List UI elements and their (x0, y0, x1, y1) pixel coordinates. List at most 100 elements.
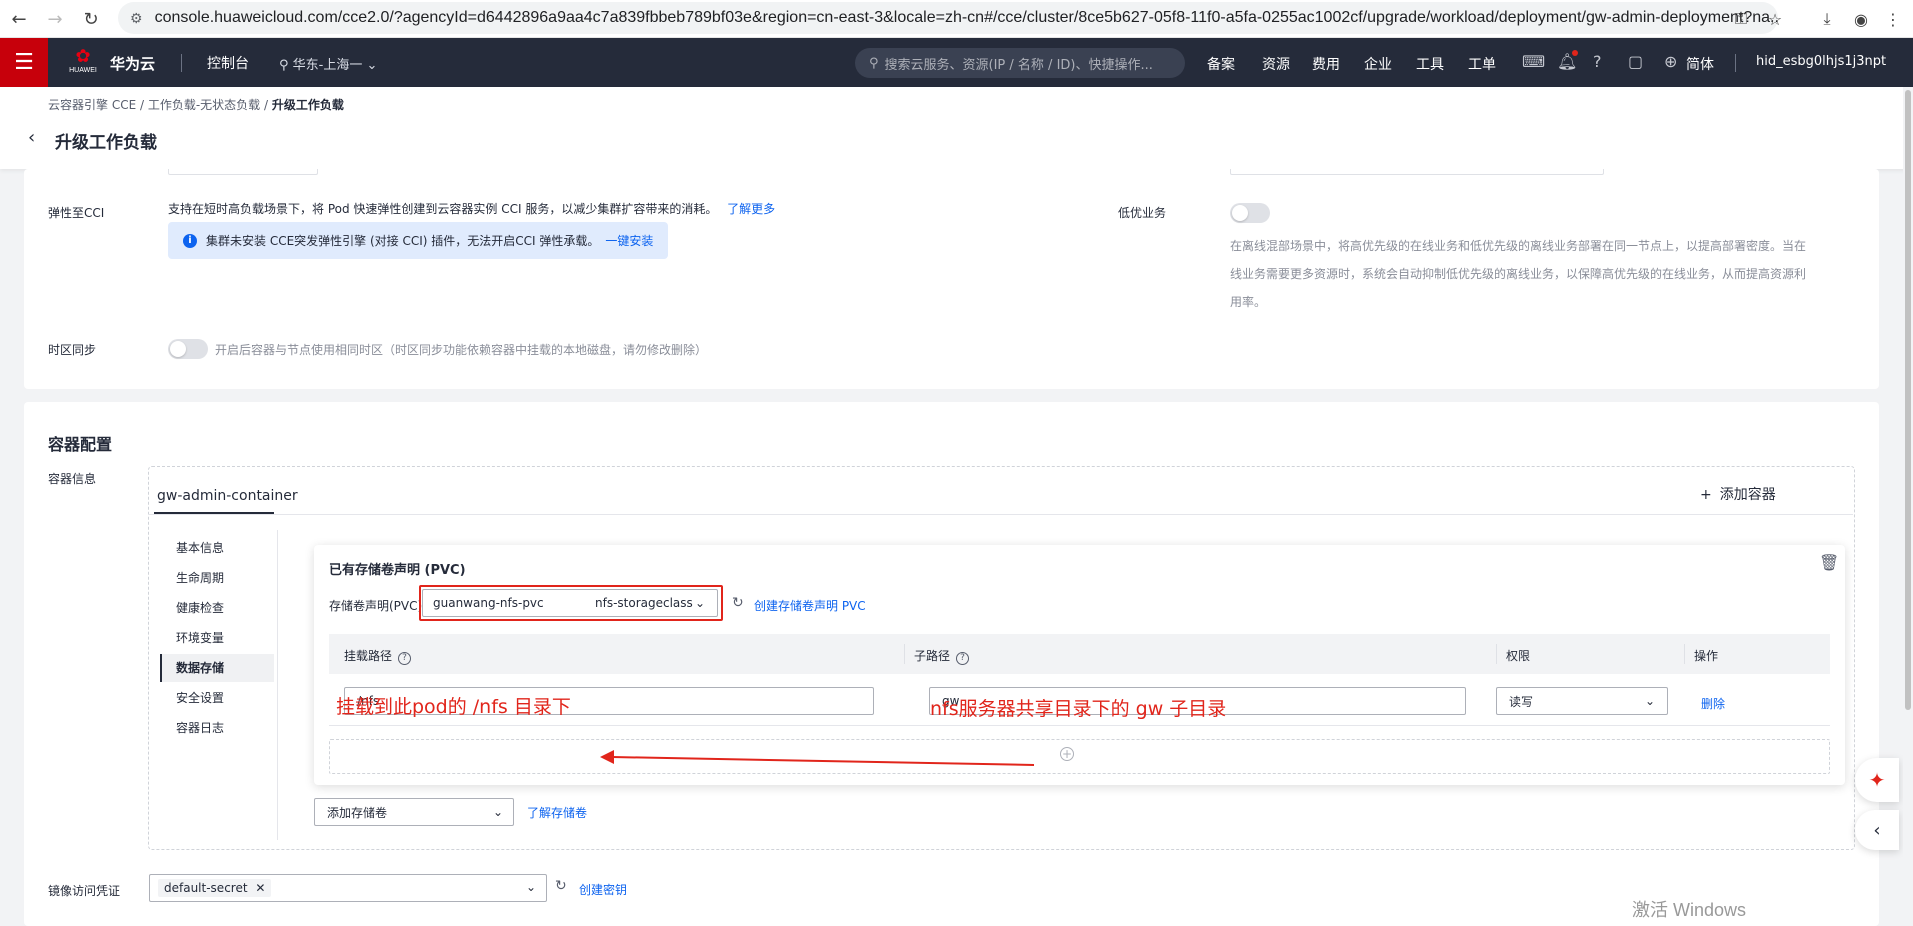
assistant-float-icon[interactable]: ✦ (1855, 758, 1899, 802)
secret-chip: default-secret ✕ (158, 879, 272, 897)
address-bar[interactable]: ⚙ console.huaweicloud.com/cce2.0/?agency… (118, 2, 1778, 34)
active-tab-indicator (154, 512, 274, 514)
site-info-icon[interactable]: ⚙ (130, 10, 143, 27)
breadcrumb-cce[interactable]: 云容器引擎 CCE (48, 98, 136, 112)
browser-toolbar: ← → ↻ ⚙ console.huaweicloud.com/cce2.0/?… (0, 0, 1913, 38)
windows-activation-watermark: 激活 Windows (1632, 900, 1747, 920)
huawei-logo[interactable]: ✿ HUAWEI (66, 47, 100, 79)
reload-icon[interactable]: ↻ (76, 4, 106, 34)
nav-item-filing[interactable]: 备案 (1207, 54, 1235, 74)
refresh-icon[interactable]: ↻ (555, 878, 567, 894)
region-label: 华东-上海一 (292, 58, 363, 73)
create-secret-link[interactable]: 创建密钥 (579, 881, 627, 898)
secret-chip-label: default-secret (164, 881, 248, 895)
elastic-cci-desc: 支持在短时高负载场景下，将 Pod 快速弹性创建到云容器实例 CCI 服务，以减… (168, 200, 775, 217)
clipped-input (168, 169, 318, 175)
add-container-button[interactable]: + 添加容器 (1700, 484, 1776, 504)
bookmark-star-icon[interactable]: ☆ (1760, 4, 1790, 34)
info-alert: i 集群未安装 CCE突发弹性引擎 (对接 CCI) 插件，无法开启CCI 弹性… (168, 222, 668, 259)
side-menu-health-check[interactable]: 健康检查 (176, 599, 224, 616)
low-priority-desc: 在离线混部场景中，将高优先级的在线业务和低优先级的离线业务部署在同一节点上，以提… (1230, 239, 1807, 309)
plus-icon: + (1700, 487, 1712, 503)
page-title: 升级工作负载 (55, 133, 157, 153)
timezone-toggle[interactable] (168, 339, 208, 359)
close-icon[interactable]: ✕ (255, 881, 265, 895)
console-link[interactable]: 控制台 (207, 53, 249, 73)
chevron-down-icon: ⌄ (366, 58, 378, 73)
breadcrumb-deployments[interactable]: 工作负载-无状态负载 (148, 98, 260, 112)
feedback-icon[interactable]: ▢ (1628, 52, 1643, 71)
terminal-icon[interactable]: ⌨ (1522, 52, 1545, 71)
top-navigation: ☰ ✿ HUAWEI 华为云 控制台 ⚲ 华东-上海一 ⌄ ⚲ 搜索云服务、资源… (0, 38, 1913, 87)
timezone-label: 时区同步 (48, 343, 97, 357)
search-icon: ⚲ (869, 55, 879, 71)
clipped-input (1230, 169, 1604, 175)
logo-text: HUAWEI (69, 67, 97, 74)
timezone-desc: 开启后容器与节点使用相同时区（时区同步功能依赖容器中挂载的本地磁盘，请勿修改删除… (215, 343, 708, 357)
region-selector[interactable]: ⚲ 华东-上海一 ⌄ (279, 54, 377, 73)
add-volume-label: 添加存储卷 (327, 805, 388, 820)
huawei-flower-icon: ✿ (75, 46, 91, 67)
user-account[interactable]: hid_esbg0lhjs1j3npt (1756, 54, 1886, 69)
add-volume-select[interactable]: 添加存储卷 ⌄ (314, 798, 514, 826)
scrollbar-thumb[interactable] (1905, 90, 1911, 710)
notification-dot (1572, 50, 1578, 56)
learn-volume-link[interactable]: 了解存储卷 (527, 804, 587, 821)
nav-item-tickets[interactable]: 工单 (1468, 54, 1496, 74)
annotation-arrow (600, 750, 1035, 766)
download-icon[interactable]: ⤓ (1812, 4, 1842, 34)
nav-item-enterprise[interactable]: 企业 (1364, 54, 1392, 74)
info-alert-text: 集群未安装 CCE突发弹性引擎 (对接 CCI) 插件，无法开启CCI 弹性承载… (206, 234, 600, 248)
back-arrow-icon[interactable]: ‹ (28, 127, 35, 148)
container-info-label: 容器信息 (48, 472, 97, 486)
elastic-desc-text: 支持在短时高负载场景下，将 Pod 快速弹性创建到云容器实例 CCI 服务，以减… (168, 202, 718, 216)
breadcrumb: 云容器引擎 CCE / 工作负载-无状态负载 / 升级工作负载 (48, 98, 344, 112)
learn-more-link[interactable]: 了解更多 (727, 202, 775, 216)
back-icon[interactable]: ← (4, 4, 34, 34)
side-menu-basic-info[interactable]: 基本信息 (176, 539, 224, 556)
help-icon[interactable]: ? (1593, 52, 1602, 71)
side-menu-security[interactable]: 安全设置 (176, 689, 224, 706)
pvc-volume-card: 已有存储卷声明 (PVC) 🗑︎ 存储卷声明(PVC) guanwang-nfs… (314, 545, 1845, 785)
low-priority-toggle[interactable] (1230, 203, 1270, 223)
elastic-cci-label: 弹性至CCI (48, 206, 105, 220)
side-menu-lifecycle[interactable]: 生命周期 (176, 569, 224, 586)
more-menu-icon[interactable]: ⋮ (1878, 4, 1908, 34)
annotation-arrow-head (600, 750, 614, 764)
language-selector[interactable]: 简体 (1686, 54, 1714, 74)
tab-gw-admin-container[interactable]: gw-admin-container (157, 488, 298, 504)
side-menu-data-storage[interactable]: 数据存储 (176, 659, 224, 676)
side-menu-container-log[interactable]: 容器日志 (176, 719, 224, 736)
section-title: 容器配置 (48, 435, 113, 454)
nav-item-resources[interactable]: 资源 (1262, 54, 1290, 74)
one-click-install-link[interactable]: 一键安装 (605, 232, 653, 249)
chevron-down-icon: ⌄ (492, 805, 503, 819)
key-icon[interactable]: ⚿ (1726, 4, 1756, 34)
container-config-card: 容器配置 容器信息 gw-admin-container + 添加容器 基本信息 … (24, 402, 1879, 926)
forward-icon[interactable]: → (40, 4, 70, 34)
brand-name[interactable]: 华为云 (110, 53, 155, 74)
tab-divider (148, 514, 1853, 515)
advanced-settings-card: 弹性至CCI 支持在短时高负载场景下，将 Pod 快速弹性创建到云容器实例 CC… (24, 169, 1879, 389)
globe-icon[interactable]: ⊕ (1664, 52, 1677, 71)
nav-item-billing[interactable]: 费用 (1312, 54, 1340, 74)
side-menu-env-vars[interactable]: 环境变量 (176, 629, 224, 646)
collapse-panel-icon[interactable]: ‹ (1855, 810, 1899, 850)
location-pin-icon: ⚲ (279, 58, 289, 73)
annotation-arrow-line (611, 756, 1035, 766)
global-search-input[interactable]: ⚲ 搜索云服务、资源(IP / 名称 / ID)、快捷操作... (855, 48, 1185, 78)
image-secret-select[interactable]: default-secret ✕ ⌄ (149, 874, 547, 902)
nav-item-tools[interactable]: 工具 (1416, 54, 1444, 74)
chevron-down-icon: ⌄ (525, 880, 536, 894)
search-placeholder: 搜索云服务、资源(IP / 名称 / ID)、快捷操作... (884, 57, 1153, 73)
image-secret-label: 镜像访问凭证 (48, 884, 121, 898)
low-priority-label: 低优业务 (1118, 206, 1167, 220)
add-container-label: 添加容器 (1719, 487, 1776, 503)
page-header: 云容器引擎 CCE / 工作负载-无状态负载 / 升级工作负载 ‹ 升级工作负载 (0, 87, 1913, 169)
url-text: console.huaweicloud.com/cce2.0/?agencyId… (154, 9, 1778, 26)
breadcrumb-current: 升级工作负载 (271, 98, 344, 112)
side-menu-divider (277, 530, 278, 840)
divider (181, 54, 182, 72)
profile-icon[interactable]: ◉ (1846, 4, 1876, 34)
hamburger-menu-icon[interactable]: ☰ (0, 38, 48, 87)
